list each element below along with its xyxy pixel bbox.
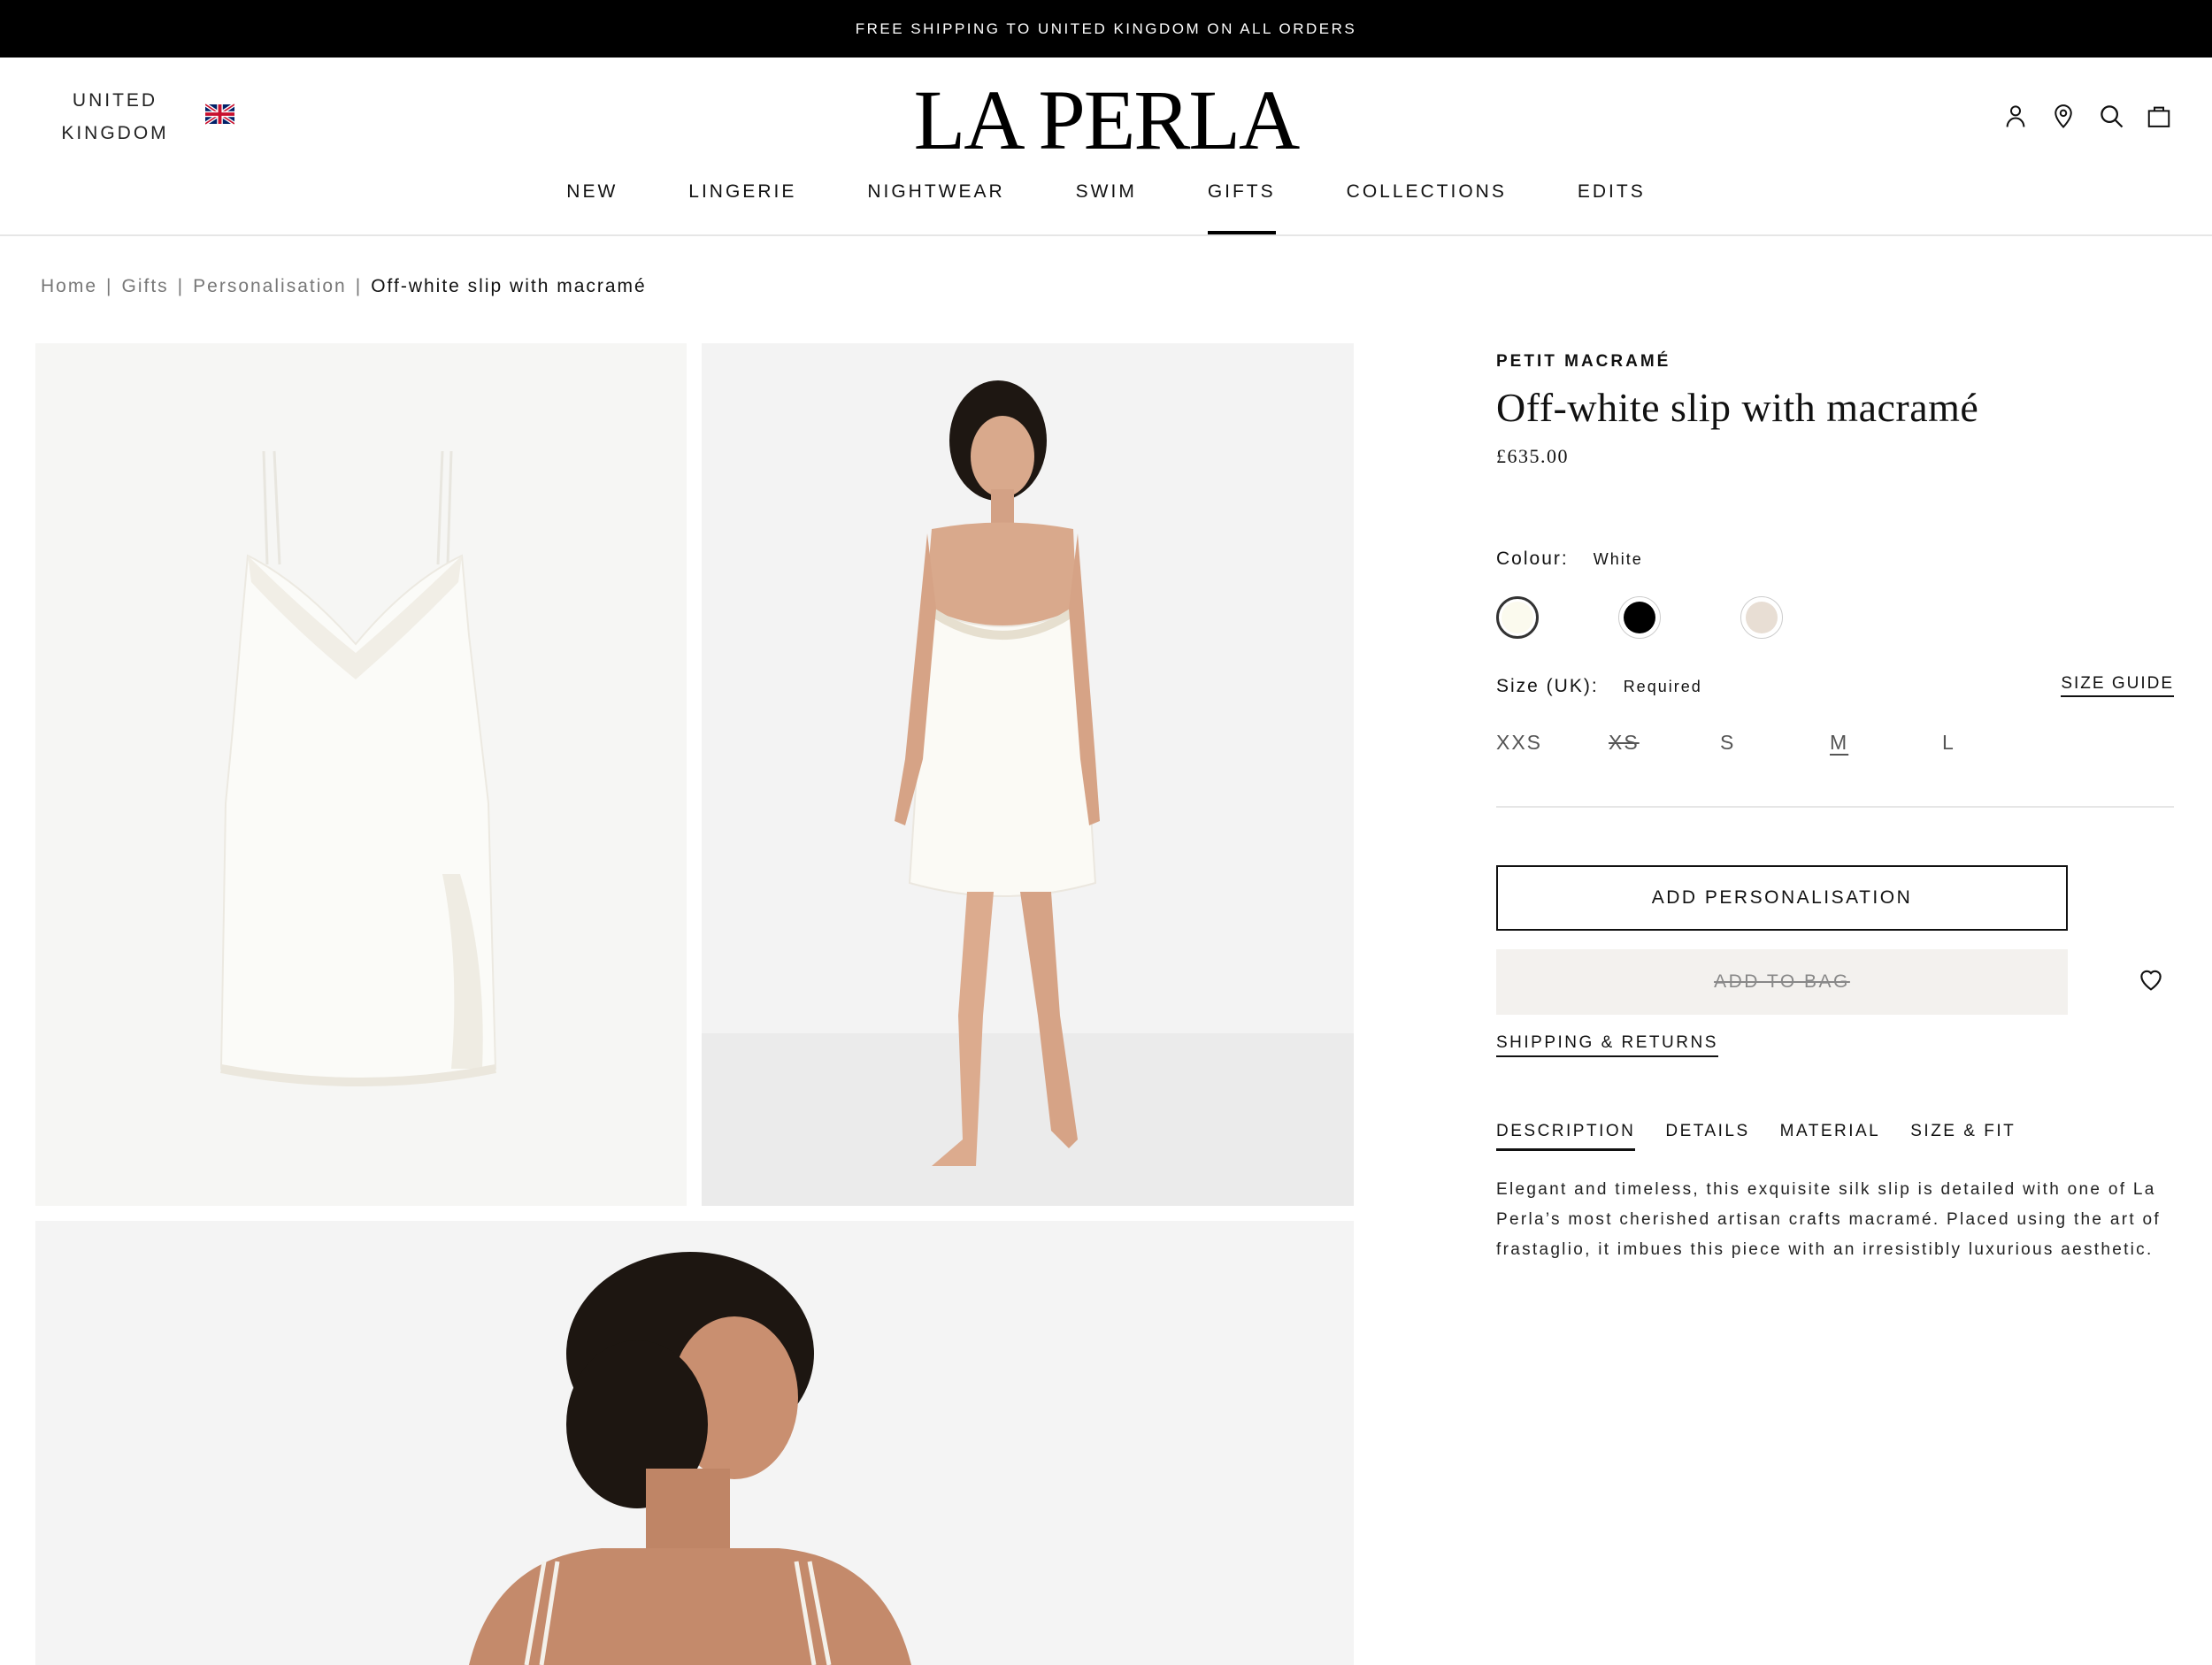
add-to-bag-button[interactable]: ADD TO BAG	[1496, 949, 2068, 1015]
main-navigation: NEW LINGERIE NIGHTWEAR SWIM GIFTS COLLEC…	[0, 181, 2212, 234]
tab-size-fit[interactable]: SIZE & FIT	[1910, 1122, 2016, 1151]
product-title: Off-white slip with macramé	[1496, 385, 1979, 430]
add-personalisation-button[interactable]: ADD PERSONALISATION	[1496, 865, 2068, 931]
site-header: UNITED KINGDOM LA PERLA NEW LINGERIE NIG…	[0, 58, 2212, 236]
country-selector[interactable]: UNITED KINGDOM	[53, 84, 177, 150]
account-icon[interactable]	[2001, 100, 2030, 132]
product-info-panel: PETIT MACRAMÉ Off-white slip with macram…	[1496, 343, 2174, 1259]
header-actions	[2001, 100, 2173, 132]
size-options: XXS XS S M L	[1496, 731, 2027, 766]
breadcrumb-gifts[interactable]: Gifts	[122, 276, 169, 297]
bag-icon[interactable]	[2145, 100, 2173, 132]
size-guide-link[interactable]: SIZE GUIDE	[2061, 674, 2174, 697]
breadcrumb-separator: |	[355, 276, 363, 296]
swatch-black-dot	[1624, 602, 1655, 633]
colour-row: Colour: White	[1496, 549, 1643, 570]
store-locator-icon[interactable]	[2049, 100, 2078, 132]
size-option-m[interactable]: M	[1830, 731, 1848, 755]
breadcrumb-separator: |	[106, 276, 113, 296]
announcement-bar: FREE SHIPPING TO UNITED KINGDOM ON ALL O…	[0, 0, 2212, 58]
breadcrumb-home[interactable]: Home	[41, 276, 97, 297]
nav-item-collections[interactable]: COLLECTIONS	[1311, 181, 1542, 234]
swatch-nude-dot	[1746, 602, 1778, 633]
colour-swatches	[1496, 596, 1850, 641]
tab-description[interactable]: DESCRIPTION	[1496, 1122, 1636, 1151]
breadcrumb-current: Off-white slip with macramé	[371, 276, 647, 296]
size-required: Required	[1623, 678, 1702, 695]
size-label: Size (UK):	[1496, 676, 1599, 696]
tab-details[interactable]: DETAILS	[1665, 1122, 1749, 1151]
nav-item-edits[interactable]: EDITS	[1542, 181, 1681, 234]
swatch-nude[interactable]	[1740, 596, 1783, 639]
nav-item-gifts[interactable]: GIFTS	[1172, 181, 1311, 234]
product-collection[interactable]: PETIT MACRAMÉ	[1496, 352, 2174, 372]
swatch-white-dot	[1502, 602, 1533, 633]
size-option-xs[interactable]: XS	[1609, 731, 1640, 755]
colour-value: White	[1593, 550, 1643, 568]
country-line-1: UNITED	[72, 90, 158, 111]
search-icon[interactable]	[2097, 100, 2125, 132]
country-line-2: KINGDOM	[61, 123, 169, 143]
product-image-model[interactable]	[702, 343, 1354, 1206]
breadcrumb-separator: |	[177, 276, 185, 296]
uk-flag-icon[interactable]	[205, 104, 234, 125]
nav-item-new[interactable]: NEW	[531, 181, 653, 234]
size-option-s[interactable]: S	[1720, 731, 1735, 755]
product-price: £635.00	[1496, 445, 1569, 467]
swatch-white[interactable]	[1496, 596, 1539, 639]
nav-item-lingerie[interactable]: LINGERIE	[653, 181, 832, 234]
size-option-xxs[interactable]: XXS	[1496, 731, 1542, 755]
announcement-text: FREE SHIPPING TO UNITED KINGDOM ON ALL O…	[855, 19, 1357, 37]
size-option-l[interactable]: L	[1942, 731, 1955, 755]
nav-item-swim[interactable]: SWIM	[1041, 181, 1172, 234]
nav-item-nightwear[interactable]: NIGHTWEAR	[832, 181, 1040, 234]
site-logo[interactable]: LA PERLA	[885, 72, 1327, 169]
product-tabs: DESCRIPTION DETAILS MATERIAL SIZE & FIT	[1496, 1122, 2016, 1151]
divider	[1496, 806, 2174, 808]
product-image-back[interactable]	[35, 1221, 1354, 1665]
heart-icon[interactable]	[2137, 965, 2165, 994]
colour-label: Colour:	[1496, 549, 1569, 569]
swatch-black[interactable]	[1618, 596, 1661, 639]
product-image-flat[interactable]	[35, 343, 687, 1206]
breadcrumb: Home | Gifts | Personalisation | Off-whi…	[41, 276, 647, 297]
breadcrumb-personalisation[interactable]: Personalisation	[193, 276, 347, 297]
product-description: Elegant and timeless, this exquisite sil…	[1496, 1180, 2161, 1259]
tab-material[interactable]: MATERIAL	[1780, 1122, 1881, 1151]
shipping-returns-link[interactable]: SHIPPING & RETURNS	[1496, 1033, 1718, 1057]
